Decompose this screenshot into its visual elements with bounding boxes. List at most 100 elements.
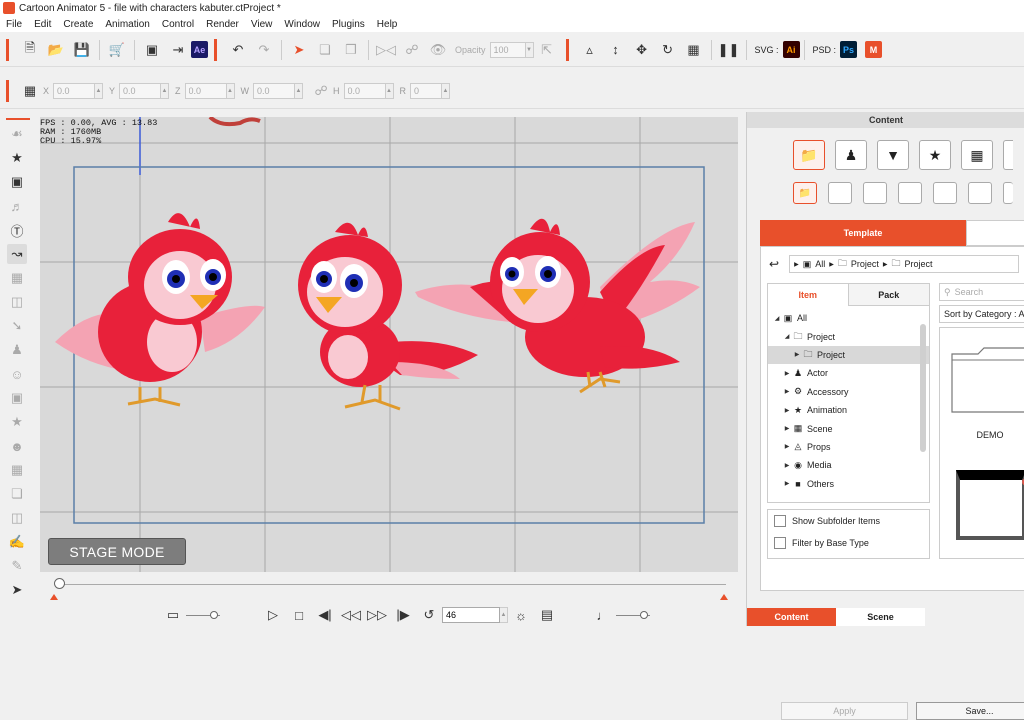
next-key-icon[interactable]: ▷▷ [367,605,387,625]
cube-tool-icon[interactable]: ▣ [7,388,27,408]
tree-item-props[interactable]: ▶ ◬ Props [768,438,929,456]
text-tool-icon[interactable]: Ⓣ [7,220,27,240]
x-input[interactable] [53,82,96,99]
duplicate-icon[interactable]: ❏ [315,40,335,60]
grid-icon[interactable]: ▦ [20,81,40,101]
collapse-triangle-icon[interactable]: ▶ [782,480,792,487]
menu-edit[interactable]: Edit [28,19,57,30]
layout-tool-icon[interactable]: ▦ [7,268,27,288]
tree-item-actor[interactable]: ▶ ♟ Actor [768,364,929,382]
ruler-tool-icon[interactable]: ✍ [7,532,27,552]
menu-window[interactable]: Window [278,19,326,30]
menu-plugins[interactable]: Plugins [326,19,371,30]
speed-slider[interactable] [186,610,220,619]
toolbar-grip[interactable] [565,38,569,61]
tree-item-all[interactable]: ◢ ▣ All [768,309,929,327]
bird-character-middle[interactable] [298,222,478,411]
pose-tool-icon[interactable]: ★ [7,412,27,432]
layers-tool-icon[interactable]: ❏ [7,484,27,504]
w-spinner[interactable]: ▲ [295,82,304,99]
bottom-tab-scene[interactable]: Scene [836,608,925,626]
stop-icon[interactable]: □ [289,605,309,625]
breadcrumb-project[interactable]: Project [851,259,879,269]
paint-tool-icon[interactable]: ✎ [7,556,27,576]
move-vertical-icon[interactable]: ↕ [606,40,626,60]
range-end-marker[interactable] [720,594,728,600]
bird-character-left[interactable] [55,213,265,407]
stage-canvas[interactable]: FPS : 0.00, AVG : 13.83 RAM : 1760MB CPU… [40,117,738,572]
bone-tool-icon[interactable]: ☙ [7,124,27,144]
flip-icon[interactable]: ▷◁ [376,40,396,60]
back-arrow-icon[interactable]: ↩ [769,257,779,271]
preview-icon[interactable]: ▣ [142,40,162,60]
timeline-bars-icon[interactable]: ❚❚ [718,40,740,60]
menu-file[interactable]: File [0,19,28,30]
tree-item-media[interactable]: ▶ ◉ Media [768,456,929,474]
breadcrumb-all[interactable]: All [815,259,825,269]
motion-category-icon[interactable]: ★ [919,140,951,170]
demo-folder-icon[interactable] [950,346,1024,414]
toolbar-grip[interactable] [6,38,9,61]
move-icon[interactable]: ✥ [632,40,652,60]
expand-triangle-icon[interactable]: ◢ [782,333,792,340]
show-subfolder-option[interactable]: Show Subfolder Items [768,510,929,532]
music-note-icon[interactable]: ♩ [593,605,613,625]
collapse-triangle-icon[interactable]: ▶ [782,443,792,450]
visibility-eye-icon[interactable]: 👁 [428,40,448,60]
bottom-tab-content[interactable]: Content [747,608,836,626]
filter-base-checkbox[interactable] [774,537,786,549]
motion-path-tool-icon[interactable]: ↝ [7,244,27,264]
last-frame-icon[interactable]: |▶ [393,605,413,625]
face-tool-icon[interactable]: ☺ [7,364,27,384]
after-effects-button[interactable]: Ae [191,41,208,58]
mask-tool-icon[interactable]: ◫ [7,508,27,528]
scene-category-icon[interactable]: ▦ [961,140,993,170]
folder-category-icon[interactable]: 📁 [793,140,825,170]
menu-render[interactable]: Render [200,19,245,30]
z-input[interactable] [184,82,227,99]
walk-tool-icon[interactable]: ➘ [7,316,27,336]
redo-icon[interactable]: ↷ [254,40,274,60]
tab-pack[interactable]: Pack [847,284,929,306]
stage-mode-button[interactable]: STAGE MODE [48,538,186,565]
loop-icon[interactable]: ↺ [419,605,439,625]
scale-icon[interactable]: ▦ [684,40,704,60]
undo-icon[interactable]: ↶ [228,40,248,60]
opacity-input[interactable] [489,41,526,58]
subcategory-slot[interactable] [863,182,887,204]
tree-item-project-sub[interactable]: ▶ 🗀 Project [768,345,929,365]
more-category-icon[interactable] [1003,140,1013,170]
toolbar-grip[interactable] [6,79,9,102]
y-input[interactable] [119,82,162,99]
photoshop-button[interactable]: Ps [840,41,858,58]
z-spinner[interactable]: ▲ [226,82,235,99]
cart-icon[interactable]: 🛒 [107,40,127,60]
volume-slider[interactable] [616,610,650,619]
tree-item-scene[interactable]: ▶ ▦ Scene [768,419,929,437]
tree-item-others[interactable]: ▶ ■ Others [768,475,929,493]
tab-template[interactable]: Template [760,220,966,246]
breadcrumb-project-sub[interactable]: Project [905,259,933,269]
range-start-marker[interactable] [50,594,58,600]
tree-item-accessory[interactable]: ▶ ⚙ Accessory [768,383,929,401]
grid-tool-icon[interactable]: ▦ [7,460,27,480]
menu-control[interactable]: Control [156,19,200,30]
group-icon[interactable]: ❒ [341,40,361,60]
accessory-category-icon[interactable]: ▼ [877,140,909,170]
audio-tool-icon[interactable]: ♬ [7,196,27,216]
search-input[interactable]: ⚲ Search [939,283,1024,301]
bird-character-right[interactable] [415,218,700,394]
subcategory-slot[interactable] [933,182,957,204]
menu-help[interactable]: Help [371,19,404,30]
save-icon[interactable]: 💾 [72,40,92,60]
frame-spinner[interactable]: ▲ [500,607,508,623]
collapse-triangle-icon[interactable]: ▶ [782,407,792,414]
open-folder-icon[interactable]: 📂 [46,40,66,60]
timeline-track[interactable] [56,584,726,585]
subfolder-icon[interactable]: 📁 [793,182,817,204]
apply-button[interactable]: Apply [781,702,908,720]
menu-view[interactable]: View [245,19,279,30]
pointer-tool-icon[interactable]: ➤ [7,580,27,600]
opacity-dropdown[interactable]: ▼ [525,41,534,58]
actor-tool-icon[interactable]: ★ [7,148,27,168]
